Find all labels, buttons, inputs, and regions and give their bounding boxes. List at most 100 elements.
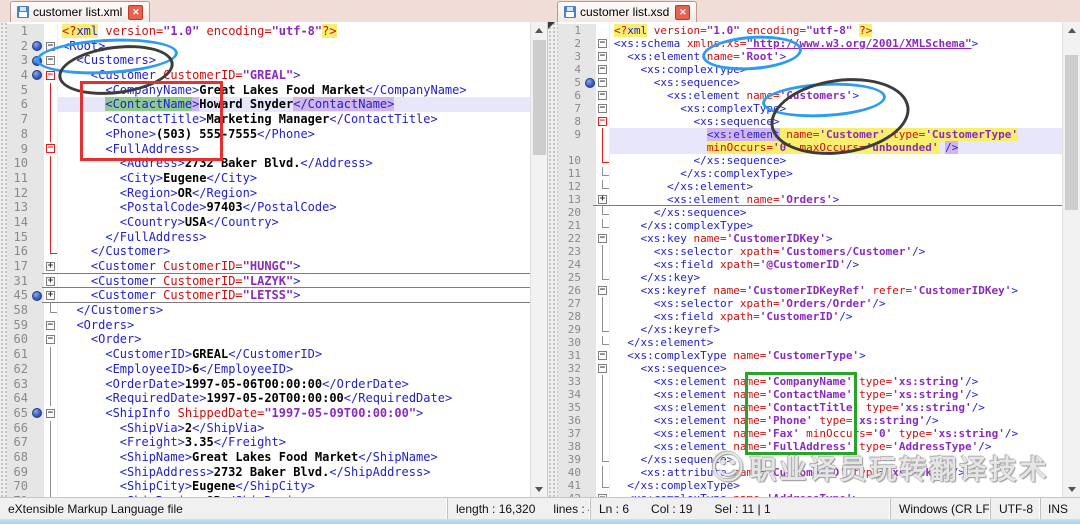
line-number[interactable]: 60 [7, 332, 31, 348]
fold-collapse-icon[interactable]: − [598, 52, 607, 61]
code-line[interactable]: 3 − <Customers> [7, 53, 530, 69]
fold-margin[interactable] [596, 141, 610, 154]
fold-collapse-icon[interactable]: − [598, 117, 607, 126]
code-line[interactable]: 2 − <xs:schema xmlns:xs="http://www.w3.org… [558, 37, 1062, 50]
bookmark-margin[interactable] [31, 112, 44, 127]
bookmark-margin[interactable] [584, 50, 596, 63]
bookmark-margin[interactable] [31, 376, 44, 392]
fold-margin[interactable]: + [44, 273, 58, 289]
fold-margin[interactable]: − [44, 405, 58, 421]
bookmark-margin[interactable] [31, 38, 44, 54]
bookmark-margin[interactable] [584, 167, 596, 180]
fold-margin[interactable]: − [44, 141, 58, 157]
bookmark-margin[interactable] [584, 154, 596, 167]
fold-collapse-icon[interactable]: − [598, 104, 607, 113]
line-number[interactable]: 28 [558, 310, 584, 323]
fold-margin[interactable] [596, 310, 610, 323]
fold-margin[interactable]: − [596, 102, 610, 115]
line-number[interactable]: 66 [7, 420, 31, 436]
bookmark-margin[interactable] [31, 449, 44, 465]
fold-margin[interactable] [44, 420, 58, 436]
line-number[interactable]: 29 [558, 323, 584, 336]
bookmark-margin[interactable] [584, 284, 596, 297]
bookmark-margin[interactable] [584, 466, 596, 479]
bookmark-margin[interactable] [31, 420, 44, 436]
code-line[interactable]: 21 </xs:complexType> [558, 219, 1062, 232]
code-line[interactable]: 16 </Customer> [7, 244, 530, 259]
code-line[interactable]: 59 − <Orders> [7, 317, 530, 333]
fold-expand-icon[interactable]: + [46, 291, 55, 301]
scroll-down-icon[interactable] [531, 481, 547, 497]
xsd-editor-pane[interactable]: 1 <?xml version="1.0" encoding="utf-8" ?>… [558, 22, 1062, 499]
bookmark-margin[interactable] [31, 347, 44, 362]
code-line[interactable]: 39 </xs:sequence> [558, 453, 1062, 466]
bookmark-margin[interactable] [584, 388, 596, 401]
bookmark-margin[interactable] [31, 332, 44, 348]
code-line[interactable]: 22 − <xs:key name='CustomerIDKey'> [558, 232, 1062, 245]
fold-margin[interactable]: − [596, 284, 610, 297]
fold-margin[interactable]: − [596, 89, 610, 102]
bookmark-margin[interactable] [584, 479, 596, 492]
fold-margin[interactable]: − [596, 37, 610, 50]
line-number[interactable]: 31 [558, 349, 584, 362]
line-number[interactable]: 11 [558, 167, 584, 180]
fold-margin[interactable] [44, 347, 58, 362]
line-number[interactable]: 10 [7, 156, 31, 171]
line-number[interactable]: 33 [558, 375, 584, 388]
code-line[interactable]: 31 − <xs:complexType name='CustomerType'> [558, 349, 1062, 362]
bookmark-margin[interactable] [31, 170, 44, 186]
line-number[interactable]: 1 [7, 24, 31, 39]
bookmark-margin[interactable] [584, 219, 596, 232]
fold-margin[interactable]: + [44, 259, 58, 274]
bookmark-margin[interactable] [584, 323, 596, 336]
fold-margin[interactable] [596, 180, 610, 193]
right-vertical-scrollbar[interactable] [1062, 22, 1080, 497]
fold-margin[interactable] [44, 479, 58, 494]
code-line[interactable]: 58 </Customers> [7, 303, 530, 318]
bookmark-margin[interactable] [584, 193, 596, 206]
code-line[interactable]: 32 − <xs:sequence> [558, 362, 1062, 375]
code-line[interactable]: 38 <xs:element name='FullAddress' type='… [558, 440, 1062, 453]
fold-margin[interactable] [596, 24, 610, 37]
fold-expand-icon[interactable]: + [598, 195, 607, 204]
line-number[interactable]: 37 [558, 427, 584, 440]
fold-collapse-icon[interactable]: − [46, 56, 55, 66]
fold-margin[interactable] [596, 336, 610, 349]
fold-margin[interactable]: − [596, 349, 610, 362]
code-line[interactable]: 8 <Phone>(503) 555-7555</Phone> [7, 126, 530, 142]
fold-margin[interactable] [44, 229, 58, 245]
line-number[interactable]: 69 [7, 464, 31, 480]
bookmark-margin[interactable] [31, 273, 44, 289]
code-line[interactable]: 27 <xs:selector xpath='Orders/Order'/> [558, 297, 1062, 310]
bookmark-margin[interactable] [584, 349, 596, 362]
scrollbar-thumb[interactable] [533, 40, 546, 155]
code-line[interactable]: 13 <PostalCode>97403</PostalCode> [7, 200, 530, 215]
line-number[interactable]: 30 [558, 336, 584, 349]
line-number[interactable]: 34 [558, 388, 584, 401]
fold-margin[interactable] [596, 388, 610, 401]
line-number[interactable]: 21 [558, 219, 584, 232]
fold-margin[interactable]: − [596, 63, 610, 76]
line-number[interactable]: 65 [7, 405, 31, 421]
code-line[interactable]: 5 − <xs:sequence> [558, 76, 1062, 89]
fold-margin[interactable]: − [44, 53, 58, 69]
code-line[interactable]: 15 </FullAddress> [7, 229, 530, 245]
bookmark-margin[interactable] [584, 258, 596, 271]
bookmark-margin[interactable] [31, 200, 44, 215]
bookmark-margin[interactable] [31, 214, 44, 230]
line-number[interactable]: 3 [7, 53, 31, 69]
line-number[interactable]: 25 [558, 271, 584, 284]
fold-expand-icon[interactable]: + [46, 276, 55, 286]
fold-collapse-icon[interactable]: − [598, 91, 607, 100]
fold-margin[interactable] [44, 303, 58, 318]
code-line[interactable]: 31 + <Customer CustomerID="LAZYK"> [7, 273, 530, 289]
line-number[interactable]: 12 [558, 180, 584, 193]
bookmark-margin[interactable] [584, 401, 596, 414]
line-number[interactable]: 2 [7, 38, 31, 54]
code-line[interactable]: 24 <xs:field xpath='@CustomerID'/> [558, 258, 1062, 271]
line-number[interactable]: 32 [558, 362, 584, 375]
code-line[interactable]: 36 <xs:element name='Phone' type='xs:str… [558, 414, 1062, 427]
code-line[interactable]: 10 <Address>2732 Baker Blvd.</Address> [7, 156, 530, 171]
bookmark-margin[interactable] [584, 336, 596, 349]
bookmark-margin[interactable] [584, 141, 596, 154]
